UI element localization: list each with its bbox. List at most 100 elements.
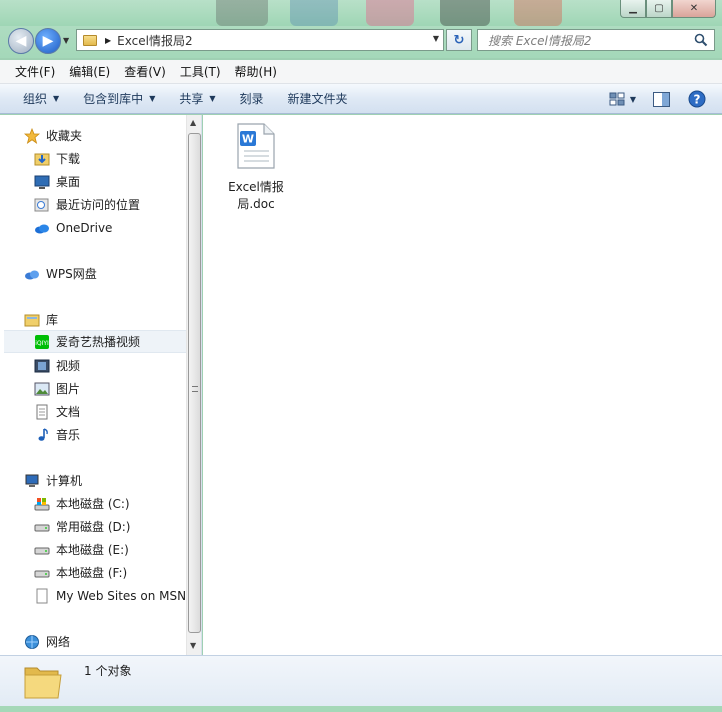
- menu-file[interactable]: 文件(F): [8, 63, 62, 80]
- nav-msn-label: My Web Sites on MSN: [56, 588, 186, 603]
- title-bar: ▁ ▢ ✕: [0, 0, 722, 26]
- share-button[interactable]: 共享 ▼: [170, 90, 224, 107]
- help-button[interactable]: ?: [686, 88, 708, 110]
- minimize-icon: ▁: [629, 3, 637, 14]
- chevron-down-icon: ▼: [53, 94, 60, 103]
- nav-drive-d[interactable]: 常用磁盘 (D:): [34, 515, 201, 538]
- share-label: 共享: [179, 92, 204, 106]
- file-name-line1: Excel情报: [228, 180, 284, 194]
- command-bar: 组织 ▼ 包含到库中 ▼ 共享 ▼ 刻录 新建文件夹 ▼ ?: [0, 84, 722, 114]
- drive-icon: [34, 519, 50, 535]
- nav-drive-f-label: 本地磁盘 (F:): [56, 566, 128, 580]
- nav-msn-sites[interactable]: My Web Sites on MSN: [34, 584, 186, 607]
- new-folder-button[interactable]: 新建文件夹: [279, 90, 357, 107]
- nav-libraries[interactable]: 库: [24, 308, 201, 331]
- nav-computer-label: 计算机: [46, 474, 83, 488]
- iqiyi-icon: iQIYI: [34, 334, 50, 350]
- nav-recent-places[interactable]: 最近访问的位置: [34, 193, 201, 216]
- back-arrow-icon: ◀: [15, 33, 27, 49]
- menu-tools[interactable]: 工具(T): [173, 63, 228, 80]
- svg-text:?: ?: [694, 93, 701, 107]
- nav-computer[interactable]: 计算机: [24, 469, 201, 492]
- nav-drive-f[interactable]: 本地磁盘 (F:): [34, 561, 201, 584]
- explorer-window: ▁ ▢ ✕ ◀ ▶ ▼ ▶ Excel情报局2 ▼ ↻ 搜索 Excel情报局2…: [0, 0, 722, 712]
- recent-pages-dropdown[interactable]: ▼: [63, 36, 69, 45]
- nav-drive-e-label: 本地磁盘 (E:): [56, 543, 129, 557]
- system-drive-icon: [34, 496, 50, 512]
- nav-documents[interactable]: 文档: [34, 400, 201, 423]
- burn-button[interactable]: 刻录: [231, 90, 273, 107]
- view-controls: ▼ ?: [598, 88, 708, 110]
- scroll-up-icon[interactable]: ▲: [190, 118, 196, 127]
- breadcrumb-chevron-icon[interactable]: ▶: [105, 36, 111, 45]
- file-name-line2: 局.doc: [237, 197, 275, 211]
- breadcrumb-current[interactable]: Excel情报局2: [117, 32, 192, 49]
- menu-help[interactable]: 帮助(H): [228, 63, 284, 80]
- wps-cloud-icon: [24, 266, 40, 282]
- nav-desktop[interactable]: 桌面: [34, 170, 201, 193]
- close-button[interactable]: ✕: [672, 0, 716, 18]
- documents-icon: [34, 404, 50, 420]
- include-in-library-button[interactable]: 包含到库中 ▼: [74, 90, 164, 107]
- nav-iqiyi[interactable]: iQIYI 爱奇艺热播视频: [4, 330, 186, 353]
- nav-music-label: 音乐: [56, 428, 81, 442]
- refresh-button[interactable]: ↻: [446, 29, 472, 51]
- minimize-button[interactable]: ▁: [620, 0, 646, 18]
- nav-wps-drive[interactable]: WPS网盘: [24, 262, 201, 285]
- item-count: 1 个对象: [84, 664, 132, 678]
- nav-pictures-label: 图片: [56, 382, 81, 396]
- nav-scrollbar[interactable]: ▲ ▼: [186, 115, 201, 655]
- recent-places-icon: [34, 197, 50, 213]
- nav-libraries-label: 库: [46, 313, 59, 327]
- computer-icon: [24, 473, 40, 489]
- wps-document-icon: W: [237, 123, 275, 169]
- search-placeholder: 搜索 Excel情报局2: [488, 33, 592, 48]
- web-document-icon: [34, 588, 50, 604]
- folder-icon: [83, 34, 97, 46]
- search-input[interactable]: 搜索 Excel情报局2: [477, 29, 715, 51]
- file-name: Excel情报 局.doc: [223, 179, 289, 213]
- nav-downloads-label: 下载: [56, 152, 81, 166]
- menu-edit[interactable]: 编辑(E): [62, 63, 117, 80]
- nav-recent-label: 最近访问的位置: [56, 198, 141, 212]
- address-dropdown-icon[interactable]: ▼: [433, 34, 439, 43]
- organize-button[interactable]: 组织 ▼: [14, 90, 68, 107]
- change-view-button[interactable]: [606, 88, 628, 110]
- new-folder-label: 新建文件夹: [287, 92, 348, 106]
- desktop-background-icon: [366, 0, 414, 26]
- preview-pane-button[interactable]: [650, 88, 672, 110]
- svg-text:iQIYI: iQIYI: [35, 340, 49, 347]
- network-icon: [24, 634, 40, 650]
- file-list: W Excel情报 局.doc: [203, 115, 722, 655]
- maximize-button[interactable]: ▢: [646, 0, 672, 18]
- nav-music[interactable]: 音乐: [34, 423, 201, 446]
- nav-drive-e[interactable]: 本地磁盘 (E:): [34, 538, 201, 561]
- view-options-dropdown[interactable]: ▼: [630, 95, 636, 104]
- search-icon[interactable]: [694, 33, 708, 47]
- scrollbar-thumb[interactable]: [188, 133, 201, 633]
- nav-videos[interactable]: 视频: [34, 354, 201, 377]
- nav-drive-c[interactable]: 本地磁盘 (C:): [34, 492, 201, 515]
- forward-arrow-icon: ▶: [42, 33, 54, 49]
- nav-pictures[interactable]: 图片: [34, 377, 201, 400]
- star-icon: [24, 127, 40, 144]
- nav-favorites[interactable]: 收藏夹: [24, 124, 201, 147]
- nav-network[interactable]: 网络: [24, 630, 201, 653]
- nav-network-label: 网络: [46, 635, 71, 649]
- nav-onedrive[interactable]: OneDrive: [34, 216, 201, 239]
- help-icon: ?: [688, 90, 706, 108]
- scroll-down-icon[interactable]: ▼: [190, 641, 196, 650]
- desktop-icon: [34, 174, 50, 190]
- back-button[interactable]: ◀: [8, 28, 34, 54]
- chevron-down-icon: ▼: [209, 94, 216, 103]
- menu-view[interactable]: 查看(V): [117, 63, 173, 80]
- address-bar[interactable]: ▶ Excel情报局2 ▼: [76, 29, 444, 51]
- nav-onedrive-label: OneDrive: [56, 220, 113, 235]
- nav-downloads[interactable]: 下载: [34, 147, 201, 170]
- forward-button[interactable]: ▶: [35, 28, 61, 54]
- grip-icon: [192, 386, 198, 392]
- cloud-icon: [34, 220, 50, 236]
- pictures-icon: [34, 381, 50, 397]
- desktop-background-icon: [440, 0, 490, 26]
- refresh-icon: ↻: [453, 32, 465, 48]
